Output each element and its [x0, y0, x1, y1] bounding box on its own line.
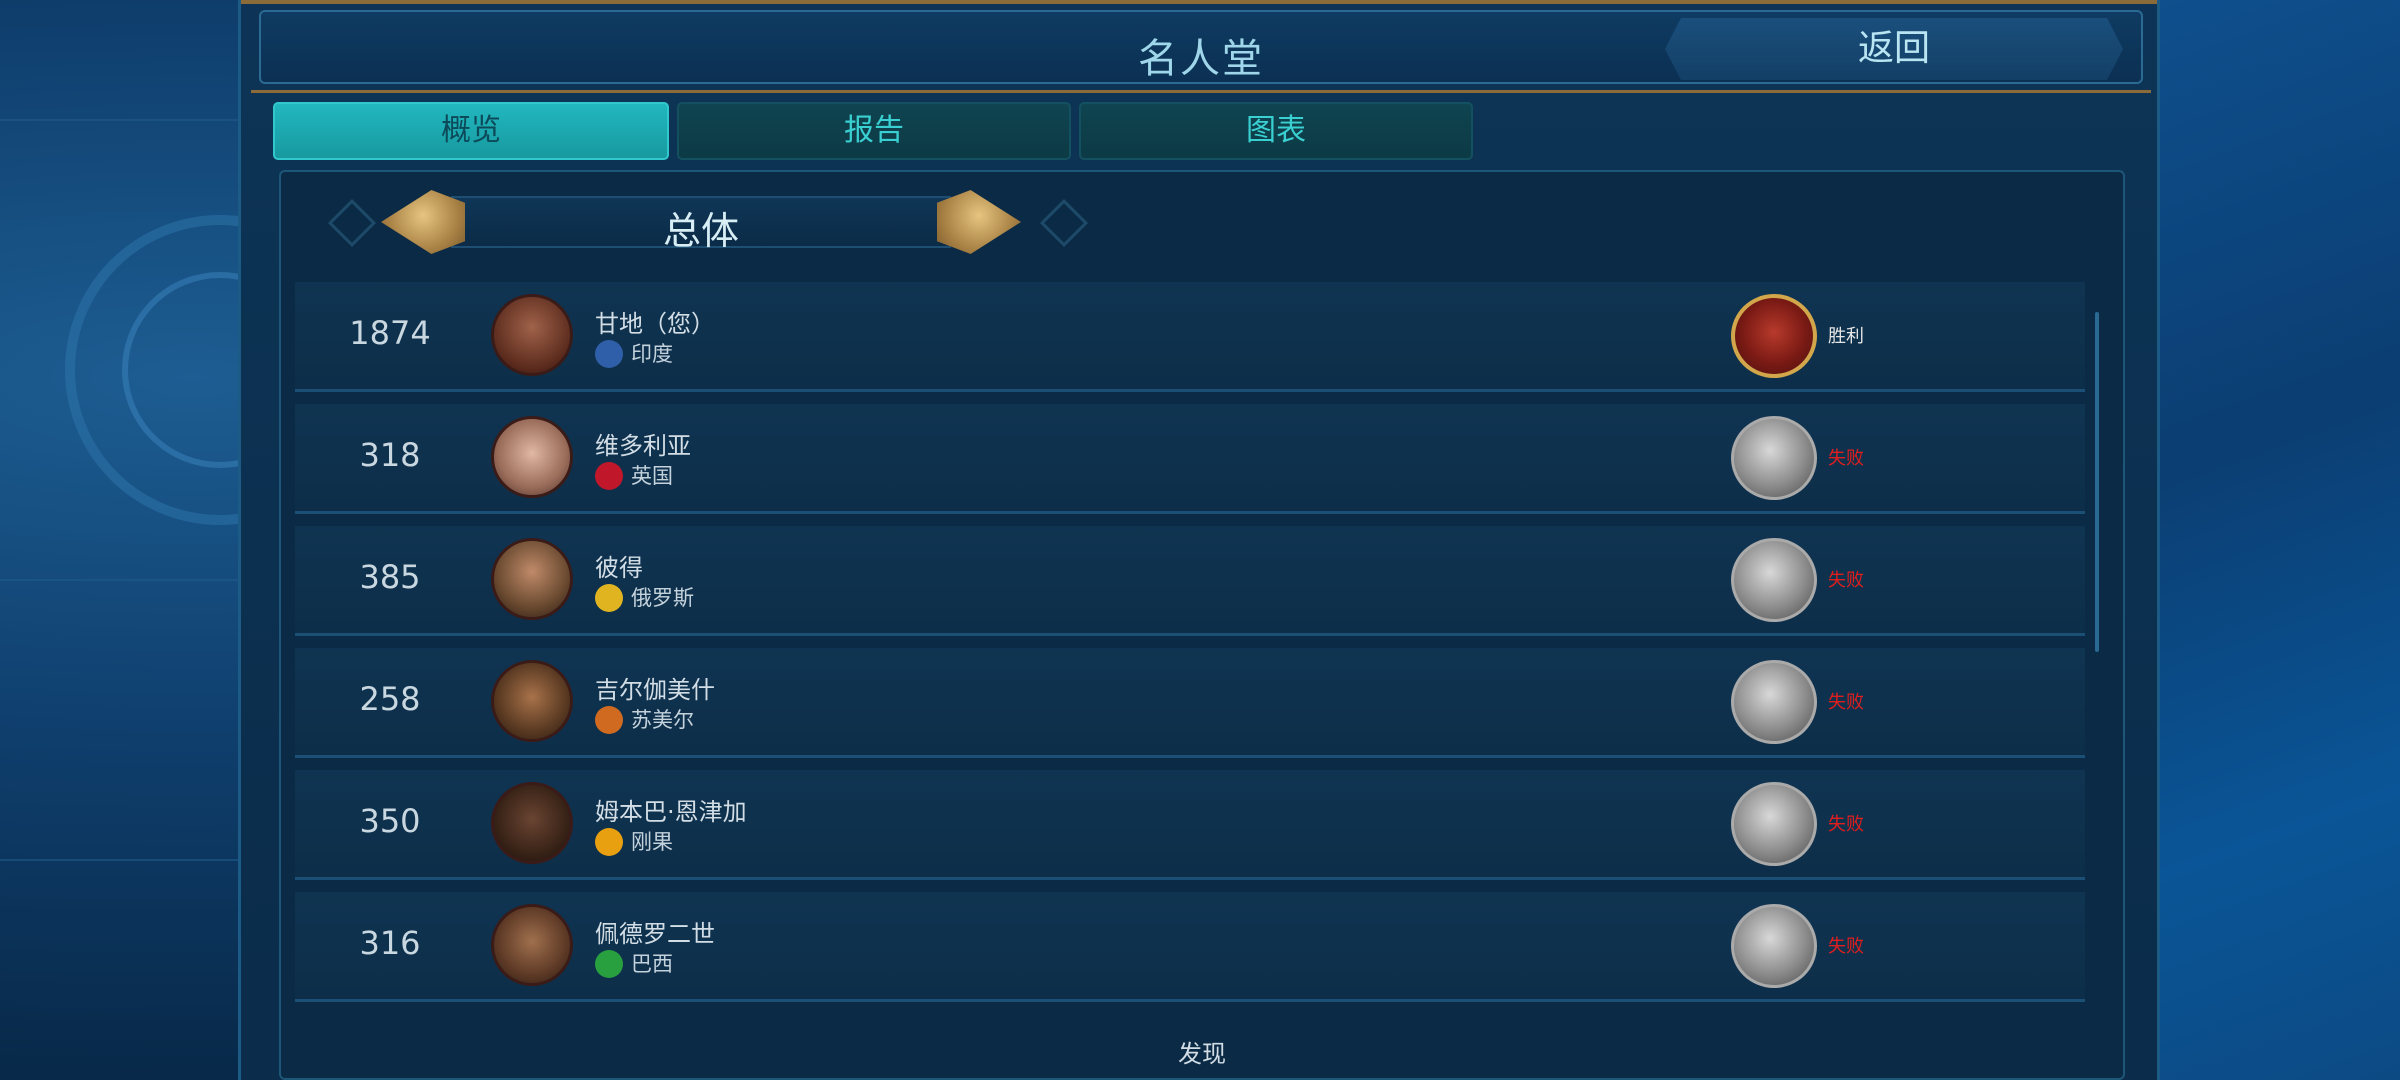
- civ-name: 刚果: [631, 830, 673, 854]
- result-label: 失败: [1828, 570, 1864, 591]
- score: 1874: [349, 314, 431, 352]
- civ-emblem-icon: [595, 950, 623, 978]
- civ-name: 巴西: [631, 952, 673, 976]
- leader-name: 彼得: [595, 554, 643, 582]
- tab-bar: 概览 报告 图表: [273, 102, 1473, 160]
- header-divider: [251, 90, 2151, 93]
- score: 385: [359, 558, 421, 596]
- leader-portrait: [491, 294, 573, 376]
- defeat-medal-icon: [1731, 660, 1817, 744]
- civ-name: 英国: [631, 464, 673, 488]
- hall-of-fame-panel: 名人堂 返回 概览 报告 图表 总体 1874 甘地（您） 印度 胜利 318 …: [238, 0, 2160, 1080]
- result-label: 失败: [1828, 692, 1864, 713]
- score: 316: [359, 924, 421, 962]
- civ-name: 印度: [631, 342, 673, 366]
- header-bar: 名人堂 返回: [259, 10, 2143, 84]
- leader-portrait: [491, 782, 573, 864]
- leader-name: 姆本巴·恩津加: [595, 798, 747, 826]
- tab-reports[interactable]: 报告: [677, 102, 1071, 160]
- civ-name: 俄罗斯: [631, 586, 694, 610]
- victory-medal-icon: [1731, 294, 1817, 378]
- background-map-right: [2160, 0, 2400, 1080]
- diamond-ornament-right-icon: [1039, 198, 1089, 248]
- tab-overview[interactable]: 概览: [273, 102, 669, 160]
- footer-label: 发现: [1178, 1040, 1226, 1068]
- civ-emblem-icon: [595, 828, 623, 856]
- civ-emblem-icon: [595, 340, 623, 368]
- score: 350: [359, 802, 421, 840]
- defeat-medal-icon: [1731, 782, 1817, 866]
- result-label: 胜利: [1828, 326, 1864, 347]
- selector-label: 总体: [662, 209, 739, 253]
- leader-name: 佩德罗二世: [595, 920, 715, 948]
- score: 258: [359, 680, 421, 718]
- result-label: 失败: [1828, 936, 1864, 957]
- civ-emblem-icon: [595, 584, 623, 612]
- leader-portrait: [491, 416, 573, 498]
- result-label: 失败: [1828, 448, 1864, 469]
- leader-portrait: [491, 538, 573, 620]
- back-button[interactable]: 返回: [1665, 18, 2123, 80]
- list-item[interactable]: 318 维多利亚 英国 失败: [295, 404, 2085, 514]
- list-item[interactable]: 258 吉尔伽美什 苏美尔 失败: [295, 648, 2085, 758]
- leader-name: 维多利亚: [595, 432, 691, 460]
- list-item[interactable]: 350 姆本巴·恩津加 刚果 失败: [295, 770, 2085, 880]
- leader-portrait: [491, 660, 573, 742]
- defeat-medal-icon: [1731, 416, 1817, 500]
- list-item[interactable]: 1874 甘地（您） 印度 胜利: [295, 282, 2085, 392]
- category-selector: 总体: [327, 186, 1089, 256]
- leader-name: 吉尔伽美什: [595, 676, 715, 704]
- defeat-medal-icon: [1731, 538, 1817, 622]
- top-gold-line: [241, 0, 2157, 4]
- defeat-medal-icon: [1731, 904, 1817, 988]
- diamond-ornament-left-icon: [327, 198, 377, 248]
- list-item[interactable]: 316 佩德罗二世 巴西 失败: [295, 892, 2085, 1002]
- civ-emblem-icon: [595, 706, 623, 734]
- score: 318: [359, 436, 421, 474]
- leader-portrait: [491, 904, 573, 986]
- leader-name: 甘地（您）: [595, 310, 715, 338]
- list-item[interactable]: 385 彼得 俄罗斯 失败: [295, 526, 2085, 636]
- result-label: 失败: [1828, 814, 1864, 835]
- scrollbar[interactable]: [2095, 312, 2099, 652]
- leader-list: 1874 甘地（您） 印度 胜利 318 维多利亚 英国 失败 385 彼得 俄…: [295, 282, 2085, 1014]
- prev-arrow-icon[interactable]: [381, 190, 465, 254]
- next-arrow-icon[interactable]: [937, 190, 1021, 254]
- civ-emblem-icon: [595, 462, 623, 490]
- tab-graphs[interactable]: 图表: [1079, 102, 1473, 160]
- content-panel: 总体 1874 甘地（您） 印度 胜利 318 维多利亚 英国 失败 385 彼…: [279, 170, 2125, 1080]
- civ-name: 苏美尔: [631, 708, 694, 732]
